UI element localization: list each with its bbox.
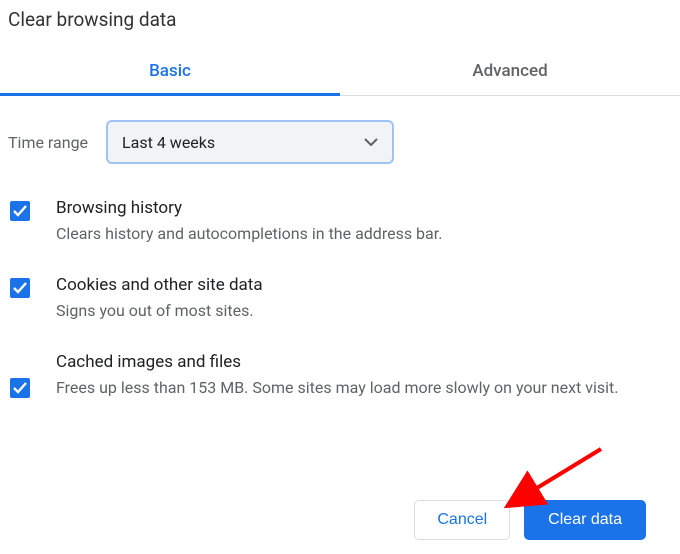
time-range-label: Time range [8,133,88,152]
option-cookies: Cookies and other site data Signs you ou… [8,275,672,352]
option-title: Cookies and other site data [56,275,670,295]
tabs: Basic Advanced [0,49,680,96]
tab-basic[interactable]: Basic [0,49,340,95]
checkbox-cached[interactable] [10,378,30,398]
option-desc: Clears history and autocompletions in th… [56,222,670,245]
option-desc: Frees up less than 153 MB. Some sites ma… [56,376,670,399]
dialog-title: Clear browsing data [0,0,680,49]
check-icon [13,382,27,394]
time-range-value: Last 4 weeks [122,133,215,152]
checkbox-cookies[interactable] [10,278,30,298]
clear-data-button[interactable]: Clear data [524,500,646,540]
option-browsing-history: Browsing history Clears history and auto… [8,198,672,275]
cancel-button[interactable]: Cancel [414,500,510,540]
option-title: Cached images and files [56,352,670,372]
tab-advanced[interactable]: Advanced [340,49,680,95]
chevron-down-icon [364,138,378,146]
check-icon [13,205,27,217]
option-title: Browsing history [56,198,670,218]
option-cached: Cached images and files Frees up less th… [8,352,672,429]
option-desc: Signs you out of most sites. [56,299,670,322]
check-icon [13,282,27,294]
checkbox-browsing-history[interactable] [10,201,30,221]
time-range-select[interactable]: Last 4 weeks [106,120,394,164]
dialog-footer: Cancel Clear data [414,500,646,540]
